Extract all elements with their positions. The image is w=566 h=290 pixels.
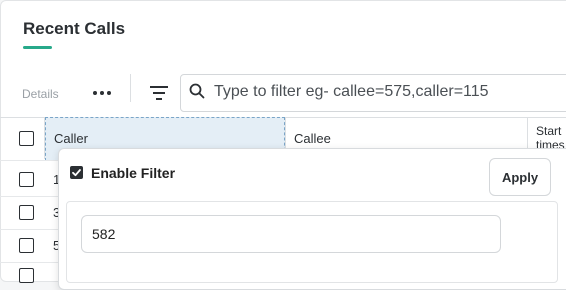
enable-filter-label: Enable Filter <box>91 165 176 181</box>
details-button[interactable]: Details <box>22 87 59 101</box>
column-header-caller-label: Caller <box>54 131 88 146</box>
checkmark-icon <box>72 169 81 177</box>
column-header-callee[interactable]: Callee <box>294 131 331 146</box>
toolbar-divider <box>130 74 131 102</box>
row-checkbox[interactable] <box>19 172 34 187</box>
more-horizontal-icon[interactable] <box>90 84 114 102</box>
search-input[interactable] <box>214 80 554 104</box>
apply-button[interactable]: Apply <box>489 158 551 196</box>
search-icon <box>189 83 205 99</box>
select-all-checkbox[interactable] <box>19 131 34 146</box>
filter-lines-icon[interactable] <box>149 84 169 102</box>
row-checkbox[interactable] <box>19 268 34 283</box>
row-checkbox[interactable] <box>19 205 34 220</box>
enable-filter-checkbox[interactable] <box>70 166 83 179</box>
page-title: Recent Calls <box>23 19 126 38</box>
title-underline <box>23 46 52 49</box>
row-checkbox[interactable] <box>19 238 34 253</box>
filter-value-input[interactable] <box>81 215 501 253</box>
